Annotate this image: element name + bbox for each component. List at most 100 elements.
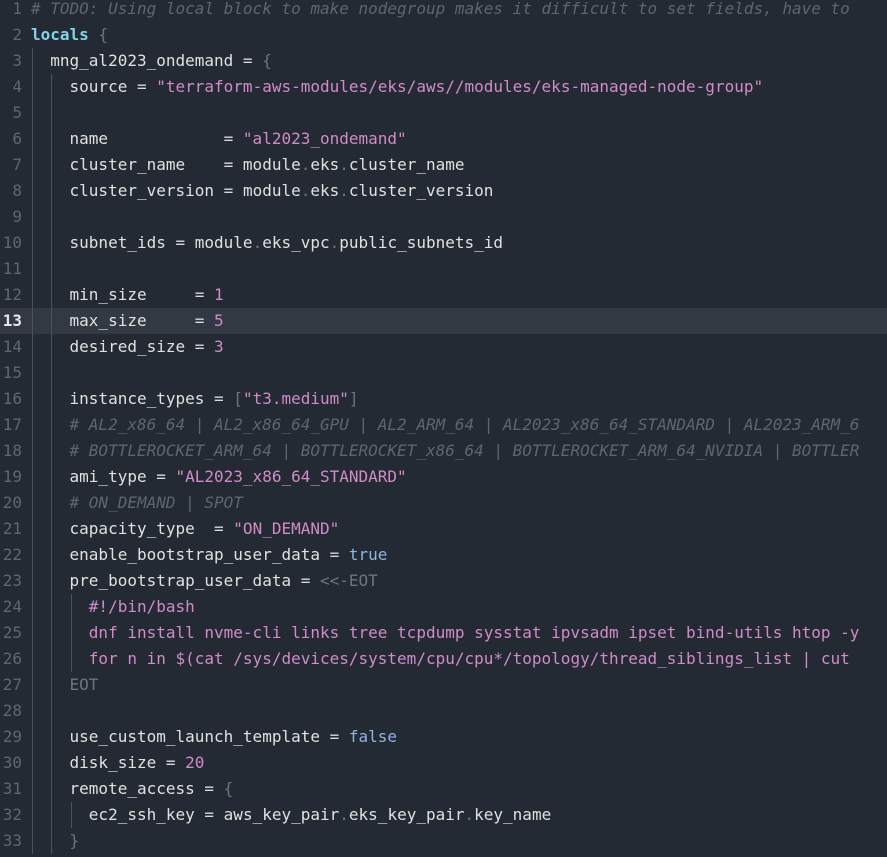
line-number: 15 <box>2 363 22 382</box>
code-line[interactable]: 28 <box>0 698 887 724</box>
code-token: } <box>69 831 80 850</box>
code-line[interactable]: 3 mng_al2023_ondemand = { <box>0 48 887 74</box>
code-line[interactable]: 2 locals { <box>0 22 887 48</box>
code-line[interactable]: 16 instance_types = ["t3.medium"] <box>0 386 887 412</box>
line-number: 33 <box>2 831 22 850</box>
code-line[interactable]: 5 <box>0 100 887 126</box>
code-text: name = "al2023_ondemand" <box>31 126 407 152</box>
code-token: = <box>319 545 349 564</box>
code-text: remote_access = { <box>31 776 234 802</box>
code-line[interactable]: 27 EOT <box>0 672 887 698</box>
code-token: = <box>108 129 243 148</box>
code-line[interactable]: 12 min_size = 1 <box>0 282 887 308</box>
line-number: 2 <box>12 25 22 44</box>
code-line[interactable]: 31 remote_access = { <box>0 776 887 802</box>
code-line[interactable]: 4 source = "terraform-aws-modules/eks/aw… <box>0 74 887 100</box>
code-token: eks_vpc <box>262 233 330 252</box>
code-token: . <box>339 805 349 824</box>
code-line[interactable]: 17 # AL2_x86_64 | AL2_x86_64_GPU | AL2_A… <box>0 412 887 438</box>
line-number: 1 <box>12 0 22 18</box>
code-token: # BOTTLEROCKET_ARM_64 | BOTTLEROCKET_x86… <box>69 441 860 460</box>
code-line[interactable]: 30 disk_size = 20 <box>0 750 887 776</box>
code-token: = <box>233 51 263 70</box>
code-line[interactable]: 6 name = "al2023_ondemand" <box>0 126 887 152</box>
indent-guide <box>51 256 52 282</box>
code-line[interactable]: 24 #!/bin/bash <box>0 594 887 620</box>
line-number: 31 <box>2 779 22 798</box>
code-text: pre_bootstrap_user_data = <<-EOT <box>31 568 378 594</box>
code-line[interactable]: 15 <box>0 360 887 386</box>
code-text: mng_al2023_ondemand = { <box>31 48 272 74</box>
code-token: = <box>214 181 243 200</box>
code-line[interactable]: 18 # BOTTLEROCKET_ARM_64 | BOTTLEROCKET_… <box>0 438 887 464</box>
code-line[interactable]: 29 use_custom_launch_template = false <box>0 724 887 750</box>
code-token: remote_access <box>69 779 195 798</box>
code-line[interactable]: 10 subnet_ids = module.eks_vpc.public_su… <box>0 230 887 256</box>
code-line[interactable]: 26 for n in $(cat /sys/devices/system/cp… <box>0 646 887 672</box>
code-token: key_name <box>474 805 552 824</box>
line-number: 5 <box>12 103 22 122</box>
code-line[interactable]: 21 capacity_type = "ON_DEMAND" <box>0 516 887 542</box>
code-line[interactable]: 25 dnf install nvme-cli links tree tcpdu… <box>0 620 887 646</box>
code-token: 20 <box>185 753 205 772</box>
code-token: { <box>98 25 109 44</box>
code-token: capacity_type <box>69 519 195 538</box>
code-token: = <box>146 311 215 330</box>
code-token: cluster_name <box>69 155 186 174</box>
code-line[interactable]: 22 enable_bootstrap_user_data = true <box>0 542 887 568</box>
code-token: "AL2023_x86_64_STANDARD" <box>175 467 407 486</box>
line-number: 10 <box>2 233 22 252</box>
code-line[interactable]: 13 max_size = 5 <box>0 308 887 334</box>
code-line[interactable]: 1 # TODO: Using local block to make nodeg… <box>0 0 887 22</box>
indent-guide <box>51 100 52 126</box>
code-token: . <box>252 233 263 252</box>
code-line[interactable]: 23 pre_bootstrap_user_data = <<-EOT <box>0 568 887 594</box>
code-token: = <box>146 285 215 304</box>
code-line[interactable]: 11 <box>0 256 887 282</box>
line-number: 11 <box>2 259 22 278</box>
code-token: module <box>194 233 253 252</box>
code-text: desired_size = 3 <box>31 334 224 360</box>
code-token: eks <box>310 181 340 200</box>
line-number: 8 <box>12 181 22 200</box>
line-number: 20 <box>2 493 22 512</box>
code-token: . <box>300 181 311 200</box>
code-editor[interactable]: 1 # TODO: Using local block to make nodeg… <box>0 0 887 857</box>
line-number: 7 <box>12 155 22 174</box>
code-line[interactable]: 8 cluster_version = module.eks.cluster_v… <box>0 178 887 204</box>
code-text: # BOTTLEROCKET_ARM_64 | BOTTLEROCKET_x86… <box>31 438 860 464</box>
line-number: 16 <box>2 389 22 408</box>
code-token: 5 <box>214 311 224 330</box>
code-token: false <box>348 727 398 746</box>
code-line[interactable]: 33 } <box>0 828 887 854</box>
code-line[interactable]: 19 ami_type = "AL2023_x86_64_STANDARD" <box>0 464 887 490</box>
code-line[interactable]: 14 desired_size = 3 <box>0 334 887 360</box>
indent-guide <box>32 360 33 386</box>
line-number: 17 <box>2 415 22 434</box>
code-token: = <box>185 155 243 174</box>
code-line[interactable]: 32 ec2_ssh_key = aws_key_pair.eks_key_pa… <box>0 802 887 828</box>
line-number: 12 <box>2 285 22 304</box>
code-line[interactable]: 20 # ON_DEMAND | SPOT <box>0 490 887 516</box>
code-line[interactable]: 7 cluster_name = module.eks.cluster_name <box>0 152 887 178</box>
code-text: locals { <box>31 22 108 48</box>
code-token: desired_size <box>69 337 186 356</box>
indent-guide <box>32 256 33 282</box>
indent-guide <box>51 698 52 724</box>
code-line[interactable]: 9 <box>0 204 887 230</box>
code-token: eks_key_pair <box>348 805 465 824</box>
line-number: 25 <box>2 623 22 642</box>
code-token: cluster_version <box>348 181 494 200</box>
code-token: "terraform-aws-modules/eks/aws//modules/… <box>156 77 764 96</box>
code-token: mng_al2023_ondemand <box>50 51 234 70</box>
